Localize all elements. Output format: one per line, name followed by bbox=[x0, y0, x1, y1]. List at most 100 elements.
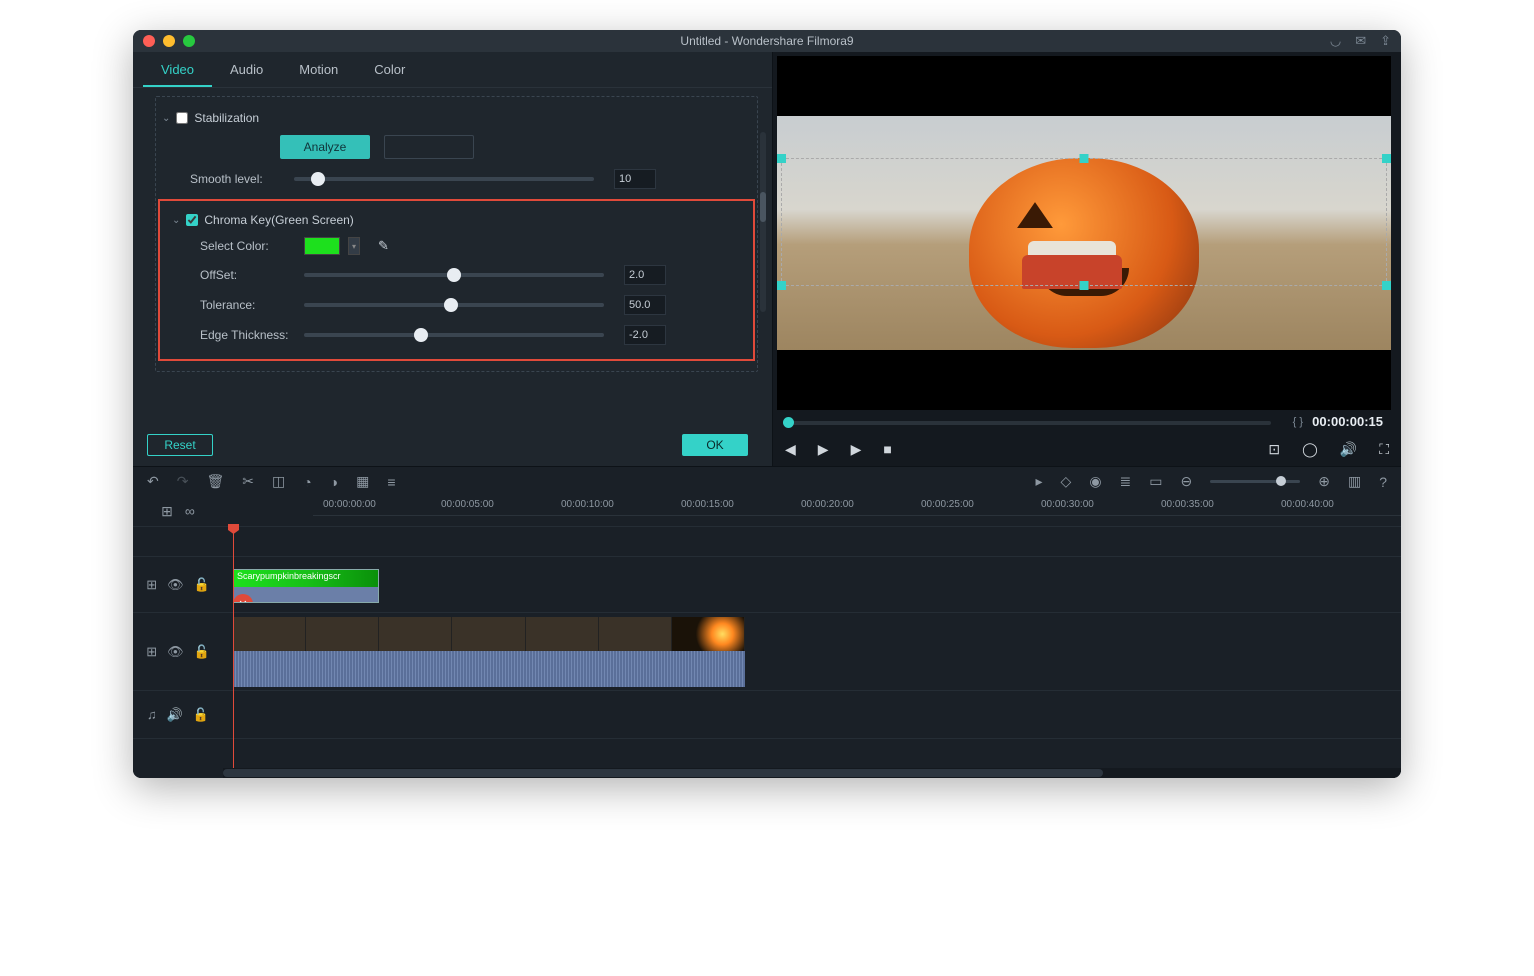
time-ruler[interactable]: 00:00:00:00 00:00:05:00 00:00:10:00 00:0… bbox=[313, 496, 1401, 516]
offset-input[interactable] bbox=[624, 265, 666, 285]
tab-motion[interactable]: Motion bbox=[281, 52, 356, 87]
speed-icon[interactable]: ◔ bbox=[303, 474, 311, 490]
resize-handle[interactable] bbox=[1080, 154, 1089, 163]
overlay-clip[interactable]: Scarypumpkinbreakingscr ✕ bbox=[233, 569, 379, 603]
track-type-icon[interactable]: ⊞ bbox=[146, 644, 157, 660]
playback-knob[interactable] bbox=[783, 417, 794, 428]
color-swatch[interactable] bbox=[304, 237, 340, 255]
timeline-mode-2-icon[interactable]: ∞ bbox=[185, 503, 195, 519]
resize-handle[interactable] bbox=[1382, 281, 1391, 290]
timeline-mode-1-icon[interactable]: ⊞ bbox=[161, 503, 173, 520]
playback-track[interactable] bbox=[783, 421, 1271, 425]
resize-handle[interactable] bbox=[777, 281, 786, 290]
adjust-icon[interactable]: ≡ bbox=[387, 474, 395, 490]
smooth-level-input[interactable] bbox=[614, 169, 656, 189]
offset-slider[interactable] bbox=[304, 273, 604, 277]
account-icon[interactable]: ◡ bbox=[1330, 33, 1341, 49]
timeline-toolbar: ↶ ↷ 🗑 ✂ ◫ ◔ ◑ ▦ ≡ ▸ ◇ ◉ ≣ ▭ ⊖ ⊕ ▥ ? bbox=[133, 466, 1401, 496]
smooth-level-slider[interactable] bbox=[294, 177, 594, 181]
next-frame-icon[interactable]: ▶ bbox=[851, 441, 862, 458]
lock-icon[interactable]: 🔓 bbox=[194, 577, 210, 593]
video-preview[interactable] bbox=[777, 56, 1391, 410]
tab-video[interactable]: Video bbox=[143, 52, 212, 87]
undo-icon[interactable]: ↶ bbox=[147, 473, 159, 490]
chevron-down-icon[interactable]: ⌄ bbox=[172, 215, 180, 226]
chroma-key-label: Chroma Key(Green Screen) bbox=[204, 213, 353, 227]
visibility-icon[interactable]: 👁 bbox=[167, 644, 184, 660]
snapshot-icon[interactable]: ◯ bbox=[1302, 441, 1318, 458]
tabs: Video Audio Motion Color bbox=[133, 52, 772, 88]
analyze-button[interactable]: Analyze bbox=[280, 135, 370, 159]
playback-controls: ◀ ▶ ▶ ■ ⊡ ◯ 🔊 ⛶ bbox=[773, 432, 1401, 466]
tolerance-input[interactable] bbox=[624, 295, 666, 315]
close-window-icon[interactable] bbox=[143, 35, 155, 47]
chevron-down-icon[interactable]: ⌄ bbox=[162, 113, 170, 124]
selection-box[interactable] bbox=[781, 158, 1387, 286]
crop-icon[interactable]: ◫ bbox=[272, 473, 285, 490]
record-icon[interactable]: ◉ bbox=[1089, 473, 1101, 490]
clip-effect-badge[interactable]: ✕ bbox=[233, 594, 253, 603]
play-icon[interactable]: ▶ bbox=[818, 441, 829, 458]
tab-audio[interactable]: Audio bbox=[212, 52, 281, 87]
playhead[interactable] bbox=[233, 526, 234, 768]
aspect-icon[interactable]: ▭ bbox=[1149, 473, 1162, 490]
maximize-window-icon[interactable] bbox=[183, 35, 195, 47]
render-icon[interactable]: ▸ bbox=[1036, 473, 1043, 490]
ruler-tick: 00:00:10:00 bbox=[561, 499, 614, 510]
tolerance-slider[interactable] bbox=[304, 303, 604, 307]
chroma-key-checkbox[interactable] bbox=[186, 214, 198, 226]
zoom-fit-icon[interactable]: ▥ bbox=[1348, 473, 1361, 490]
marker-icon[interactable]: ◇ bbox=[1061, 473, 1072, 490]
reset-button[interactable]: Reset bbox=[147, 434, 213, 456]
track-type-icon[interactable]: ⊞ bbox=[146, 577, 157, 593]
timecode: 00:00:00:15 bbox=[1312, 414, 1383, 429]
zoom-in-icon[interactable]: ⊕ bbox=[1318, 473, 1330, 490]
ok-button[interactable]: OK bbox=[682, 434, 748, 456]
edge-thickness-slider[interactable] bbox=[304, 333, 604, 337]
color-dropdown-button[interactable]: ▾ bbox=[348, 237, 360, 255]
lock-icon[interactable]: 🔓 bbox=[194, 644, 210, 660]
display-settings-icon[interactable]: ⊡ bbox=[1268, 441, 1280, 458]
music-icon[interactable]: ♫ bbox=[147, 707, 157, 722]
mixer-icon[interactable]: ≣ bbox=[1120, 473, 1132, 490]
eyedropper-icon[interactable]: ✎ bbox=[378, 238, 389, 254]
analyze-secondary-button[interactable] bbox=[384, 135, 474, 159]
delete-icon[interactable]: 🗑 bbox=[206, 473, 224, 490]
minimize-window-icon[interactable] bbox=[163, 35, 175, 47]
stabilization-checkbox[interactable] bbox=[176, 112, 188, 124]
edge-thickness-input[interactable] bbox=[624, 325, 666, 345]
timeline-scrollbar[interactable] bbox=[223, 768, 1401, 778]
mail-icon[interactable]: ✉ bbox=[1355, 33, 1366, 49]
titlebar: Untitled - Wondershare Filmora9 ◡ ✉ ⇪ bbox=[133, 30, 1401, 52]
select-color-label: Select Color: bbox=[200, 239, 296, 253]
fullscreen-icon[interactable]: ⛶ bbox=[1379, 441, 1389, 458]
ruler-tick: 00:00:00:00 bbox=[323, 499, 376, 510]
volume-icon[interactable]: 🔊 bbox=[1340, 441, 1357, 458]
greenscreen-icon[interactable]: ▦ bbox=[356, 473, 369, 490]
ruler-tick: 00:00:40:00 bbox=[1281, 499, 1334, 510]
mute-icon[interactable]: 🔊 bbox=[167, 707, 183, 723]
color-icon[interactable]: ◑ bbox=[330, 474, 338, 490]
zoom-slider[interactable] bbox=[1210, 480, 1300, 483]
resize-handle[interactable] bbox=[1382, 154, 1391, 163]
resize-handle[interactable] bbox=[1080, 281, 1089, 290]
stop-icon[interactable]: ■ bbox=[883, 441, 891, 457]
help-icon[interactable]: ? bbox=[1379, 474, 1387, 490]
resize-handle[interactable] bbox=[777, 154, 786, 163]
frame-brackets[interactable]: { } bbox=[1293, 416, 1303, 428]
tolerance-label: Tolerance: bbox=[200, 298, 296, 312]
panel-scrollbar[interactable] bbox=[760, 132, 766, 312]
prev-frame-icon[interactable]: ◀ bbox=[785, 441, 796, 458]
mic-icon[interactable]: ⇪ bbox=[1380, 33, 1391, 49]
lock-icon[interactable]: 🔓 bbox=[193, 707, 209, 723]
clip-label: Scarypumpkinbreakingscr bbox=[237, 571, 377, 581]
ruler-tick: 00:00:25:00 bbox=[921, 499, 974, 510]
preview-pane: { } 00:00:00:15 ◀ ▶ ▶ ■ ⊡ ◯ 🔊 ⛶ bbox=[773, 52, 1401, 466]
main-clip[interactable] bbox=[233, 617, 745, 687]
tab-color[interactable]: Color bbox=[356, 52, 423, 87]
visibility-icon[interactable]: 👁 bbox=[167, 577, 184, 593]
redo-icon[interactable]: ↷ bbox=[177, 473, 189, 490]
zoom-out-icon[interactable]: ⊖ bbox=[1181, 473, 1193, 490]
app-window: Untitled - Wondershare Filmora9 ◡ ✉ ⇪ Vi… bbox=[133, 30, 1401, 778]
split-icon[interactable]: ✂ bbox=[242, 473, 254, 490]
